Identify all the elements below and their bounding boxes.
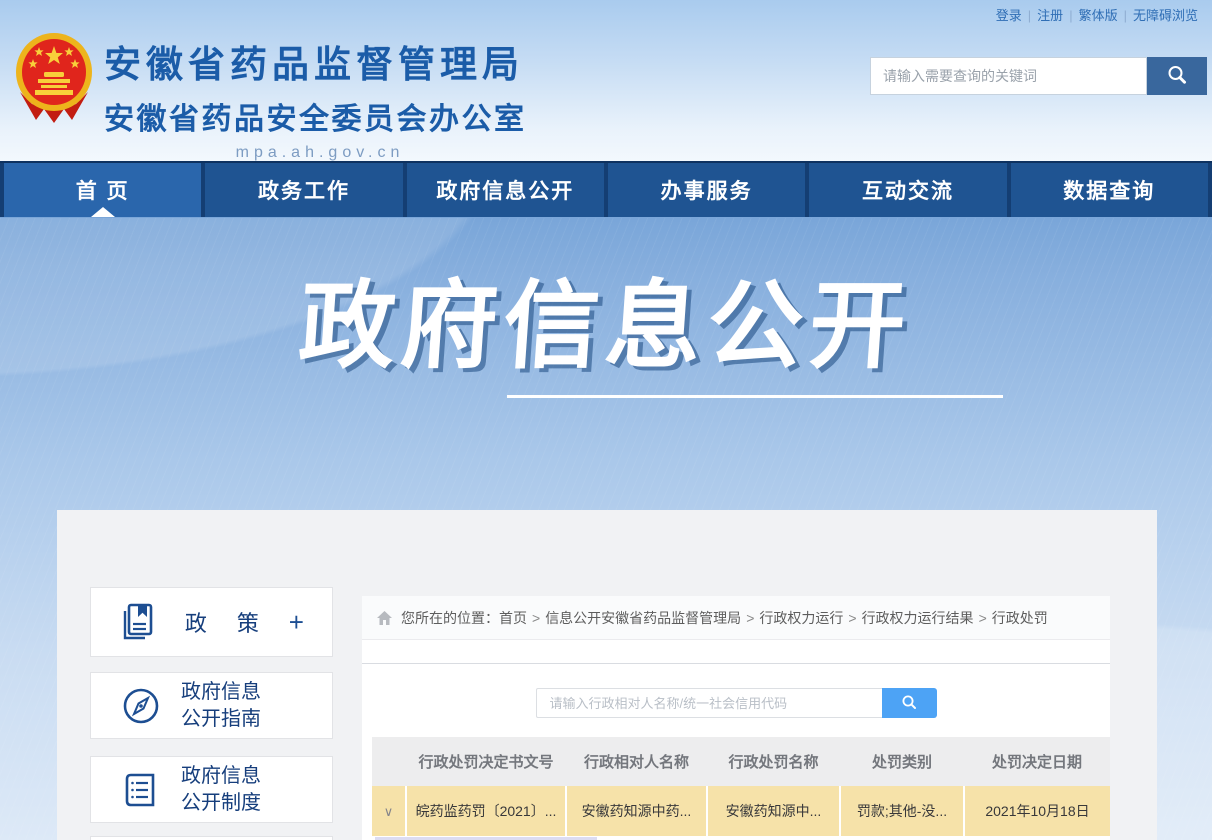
nav-tab-label: 互动交流 <box>862 175 954 205</box>
cell-penalty-type[interactable]: 罚款;其他-没... <box>840 786 964 836</box>
guide-label-line1: 政府信息 <box>181 681 261 703</box>
policy-label-char2: 策 <box>237 606 259 638</box>
link-separator: | <box>1124 8 1127 23</box>
sidebar-item-policy[interactable]: 政 策 + <box>90 587 333 657</box>
sidebar-item-next-partial[interactable] <box>90 836 333 840</box>
rules-label-line1: 政府信息 <box>181 765 261 787</box>
section-divider <box>362 663 1110 664</box>
policy-book-icon <box>119 602 155 642</box>
banner-underline <box>507 395 1003 398</box>
org-title-secondary: 安徽省药品安全委员会办公室 <box>104 94 536 138</box>
penalty-table-header-row: 行政处罚决定书文号 行政相对人名称 行政处罚名称 处罚类别 处罚决定日期 <box>372 737 1110 786</box>
penalty-search <box>362 688 1110 718</box>
breadcrumb-separator: > <box>848 610 856 626</box>
site-search <box>870 57 1207 95</box>
row-expander-cell[interactable]: ∨ <box>372 786 406 836</box>
utility-links: 登录 | 注册 | 繁体版 | 无障碍浏览 <box>992 5 1202 24</box>
nav-tab-home[interactable]: 首 页 <box>4 163 201 217</box>
search-icon <box>901 694 917 713</box>
col-header-decision-date: 处罚决定日期 <box>964 737 1110 786</box>
breadcrumb-agency[interactable]: 信息公开安徽省药品监督管理局 <box>545 608 741 628</box>
breadcrumb-power-operation[interactable]: 行政权力运行 <box>759 608 843 628</box>
sidebar-rules-label: 政府信息 公开制度 <box>181 763 261 817</box>
nav-tab-services[interactable]: 办事服务 <box>608 163 805 217</box>
nav-tab-government-work[interactable]: 政务工作 <box>205 163 402 217</box>
national-emblem-logo <box>14 30 94 128</box>
sidebar-item-disclosure-guide[interactable]: 政府信息 公开指南 <box>90 672 333 739</box>
breadcrumb-admin-penalty[interactable]: 行政处罚 <box>992 608 1048 628</box>
col-header-doc-number: 行政处罚决定书文号 <box>406 737 566 786</box>
login-link[interactable]: 登录 <box>996 8 1022 23</box>
org-title-primary: 安徽省药品监督管理局 <box>104 34 536 88</box>
chevron-down-icon: ∨ <box>384 804 394 819</box>
compass-icon <box>121 686 161 726</box>
breadcrumb-separator: > <box>979 610 987 626</box>
traditional-version-link[interactable]: 繁体版 <box>1079 8 1118 23</box>
breadcrumb-separator: > <box>746 610 754 626</box>
sidebar-item-disclosure-rules[interactable]: 政府信息 公开制度 <box>90 756 333 823</box>
guide-label-line2: 公开指南 <box>181 708 261 730</box>
nav-tab-label: 首 页 <box>76 175 130 205</box>
policy-label-char1: 政 <box>185 606 207 638</box>
policy-expand-plus-icon[interactable]: + <box>289 607 304 638</box>
breadcrumb-label: 您所在的位置： <box>401 608 499 628</box>
nav-tab-interaction[interactable]: 互动交流 <box>809 163 1006 217</box>
nav-tab-data-query[interactable]: 数据查询 <box>1011 163 1208 217</box>
expander-column-header <box>372 737 406 786</box>
content-panel: 政 策 + 政府信息 公开指南 <box>57 510 1157 840</box>
cell-penalty-name[interactable]: 安徽药知源中... <box>707 786 840 836</box>
cell-decision-date[interactable]: 2021年10月18日 <box>964 786 1110 836</box>
col-header-penalty-name: 行政处罚名称 <box>707 737 840 786</box>
nav-tab-label: 政府信息公开 <box>436 175 574 205</box>
cell-doc-number[interactable]: 皖药监药罚〔2021〕... <box>406 786 566 836</box>
nav-tab-label: 办事服务 <box>661 175 753 205</box>
breadcrumb-home[interactable]: 首页 <box>499 608 527 628</box>
site-search-input[interactable] <box>870 57 1147 95</box>
main-content: 您所在的位置： 首页 > 信息公开安徽省药品监督管理局 > 行政权力运行 > 行… <box>362 596 1110 840</box>
link-separator: | <box>1069 8 1072 23</box>
search-icon <box>1166 64 1188 89</box>
sidebar-guide-label: 政府信息 公开指南 <box>181 679 261 733</box>
main-nav: 首 页 政务工作 政府信息公开 办事服务 互动交流 数据查询 <box>0 161 1212 217</box>
site-title-block: 安徽省药品监督管理局 安徽省药品安全委员会办公室 mpa.ah.gov.cn <box>104 34 536 162</box>
site-domain: mpa.ah.gov.cn <box>104 144 536 162</box>
breadcrumb: 您所在的位置： 首页 > 信息公开安徽省药品监督管理局 > 行政权力运行 > 行… <box>362 596 1110 640</box>
penalty-search-button[interactable] <box>882 688 937 718</box>
site-header: 登录 | 注册 | 繁体版 | 无障碍浏览 安徽省药品监督管理局 安徽省药品安全委员会办公室… <box>0 0 1212 161</box>
banner-title: 政府信息公开 <box>0 248 1212 387</box>
breadcrumb-operation-results[interactable]: 行政权力运行结果 <box>862 608 974 628</box>
table-row: ∨ 皖药监药罚〔2021〕... 安徽药知源中药... 安徽药知源中... 罚款… <box>372 786 1110 836</box>
penalty-table: 行政处罚决定书文号 行政相对人名称 行政处罚名称 处罚类别 处罚决定日期 ∨ 皖… <box>372 737 1110 836</box>
rules-label-line2: 公开制度 <box>181 792 261 814</box>
site-search-button[interactable] <box>1147 57 1207 95</box>
link-separator: | <box>1028 8 1031 23</box>
col-header-party-name: 行政相对人名称 <box>566 737 707 786</box>
nav-tab-label: 政务工作 <box>258 175 350 205</box>
register-link[interactable]: 注册 <box>1037 8 1063 23</box>
breadcrumb-separator: > <box>532 610 540 626</box>
col-header-penalty-type: 处罚类别 <box>840 737 964 786</box>
penalty-search-input[interactable] <box>536 688 882 718</box>
active-tab-caret <box>91 207 115 217</box>
rules-notebook-icon <box>121 770 161 810</box>
home-icon <box>376 610 393 626</box>
nav-tab-info-disclosure[interactable]: 政府信息公开 <box>407 163 604 217</box>
cell-party-name[interactable]: 安徽药知源中药... <box>566 786 707 836</box>
nav-tab-label: 数据查询 <box>1063 175 1155 205</box>
accessibility-link[interactable]: 无障碍浏览 <box>1133 8 1198 23</box>
